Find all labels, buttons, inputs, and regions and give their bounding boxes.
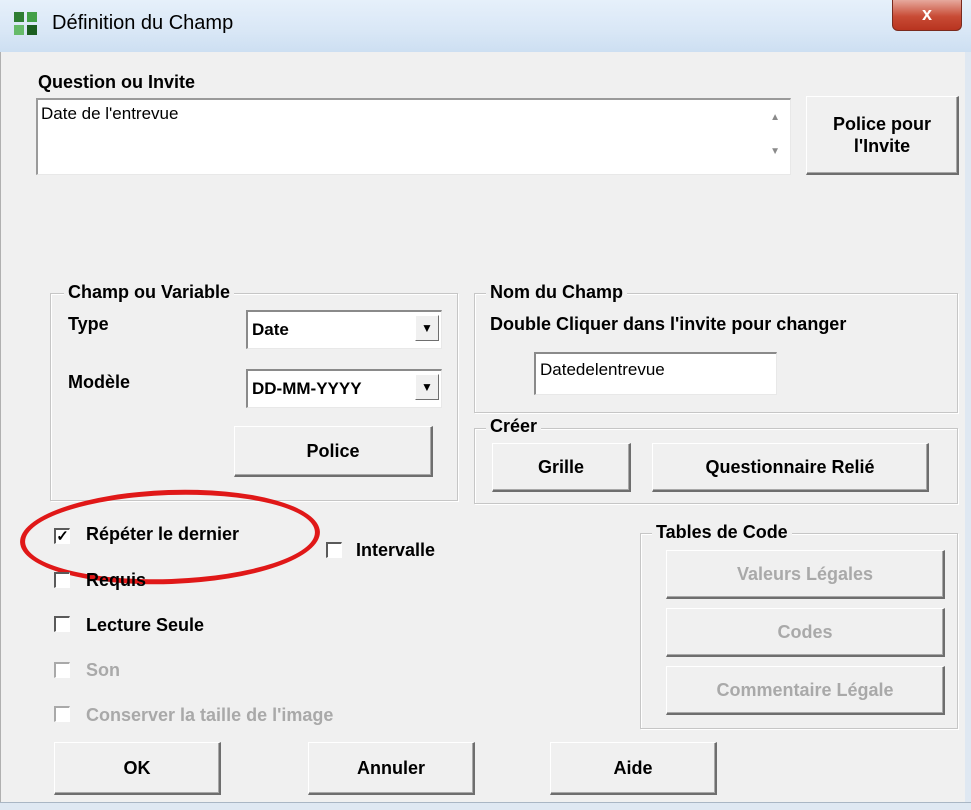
field-name-group-title: Nom du Champ (486, 282, 627, 303)
field-name-input[interactable]: Datedelentrevue (534, 352, 777, 395)
interval-label: Intervalle (356, 540, 436, 560)
required-checkbox[interactable] (54, 572, 70, 588)
grid-button[interactable]: Grille (492, 443, 631, 492)
field-name-value: Datedelentrevue (540, 360, 665, 379)
linked-questionnaire-button[interactable]: Questionnaire Relié (652, 443, 929, 492)
cancel-button[interactable]: Annuler (308, 742, 475, 795)
window-title: Définition du Champ (52, 12, 234, 34)
close-button[interactable]: x (892, 0, 962, 31)
keep-image-size-label: Conserver la taille de l'image (86, 705, 334, 725)
model-select[interactable]: DD-MM-YYYY ▼ (246, 369, 442, 408)
keep-image-size-checkbox (54, 706, 70, 722)
create-group-title: Créer (486, 416, 542, 437)
prompt-font-button-line2: l'Invite (853, 136, 911, 156)
type-select-value: Date (252, 320, 289, 339)
legal-values-button: Valeurs Légales (666, 550, 945, 599)
chevron-down-icon[interactable]: ▼ (415, 315, 439, 341)
prompt-font-button-line1: Police pour (832, 113, 931, 134)
prompt-label: Question ou Invite (38, 72, 196, 92)
ok-button[interactable]: OK (54, 742, 221, 795)
code-tables-group-title: Tables de Code (652, 522, 792, 543)
type-label: Type (68, 314, 109, 334)
type-select[interactable]: Date ▼ (246, 310, 442, 349)
sound-checkbox (54, 662, 70, 678)
read-only-label: Lecture Seule (86, 615, 205, 635)
model-label: Modèle (68, 372, 131, 392)
interval-checkbox[interactable] (326, 542, 342, 558)
prompt-font-button[interactable]: Police pour l'Invite (806, 96, 959, 175)
sound-label: Son (86, 660, 120, 680)
prompt-text: Date de l'entrevue (41, 104, 179, 123)
required-label: Requis (86, 570, 147, 590)
codes-button: Codes (666, 608, 945, 657)
close-icon: x (921, 4, 932, 24)
field-font-button[interactable]: Police (234, 426, 433, 477)
prompt-textarea[interactable]: Date de l'entrevue ▲ ▼ (36, 98, 791, 175)
legal-comment-button: Commentaire Légale (666, 666, 945, 715)
help-button[interactable]: Aide (550, 742, 717, 795)
scroll-up-icon[interactable]: ▲ (770, 112, 780, 123)
field-variable-group-title: Champ ou Variable (64, 282, 235, 303)
title-bar: Définition du Champ x (0, 0, 971, 53)
app-icon (14, 12, 40, 38)
field-name-hint: Double Cliquer dans l'invite pour change… (490, 314, 847, 334)
window-frame-right (965, 52, 971, 809)
chevron-down-icon[interactable]: ▼ (415, 374, 439, 400)
model-select-value: DD-MM-YYYY (252, 379, 362, 398)
read-only-checkbox[interactable] (54, 616, 70, 632)
scroll-down-icon[interactable]: ▼ (770, 146, 780, 157)
